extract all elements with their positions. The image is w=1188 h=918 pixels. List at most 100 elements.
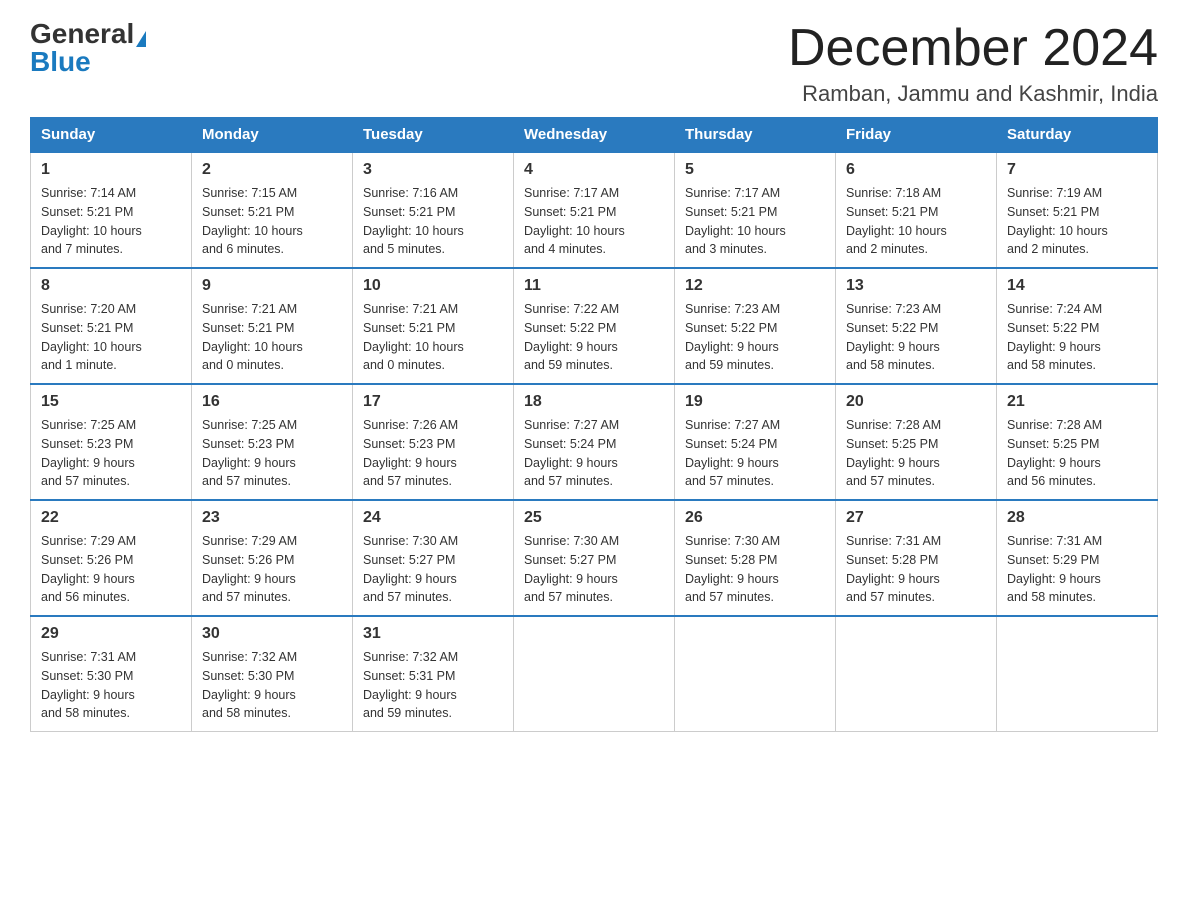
day-info: Sunrise: 7:15 AMSunset: 5:21 PMDaylight:…	[202, 184, 342, 259]
calendar-cell: 30 Sunrise: 7:32 AMSunset: 5:30 PMDayligh…	[192, 616, 353, 732]
day-info: Sunrise: 7:31 AMSunset: 5:30 PMDaylight:…	[41, 648, 181, 723]
day-info: Sunrise: 7:16 AMSunset: 5:21 PMDaylight:…	[363, 184, 503, 259]
day-number: 21	[1007, 393, 1147, 411]
day-info: Sunrise: 7:18 AMSunset: 5:21 PMDaylight:…	[846, 184, 986, 259]
calendar-cell: 17 Sunrise: 7:26 AMSunset: 5:23 PMDayligh…	[353, 384, 514, 500]
day-number: 7	[1007, 161, 1147, 179]
weekday-header-row: SundayMondayTuesdayWednesdayThursdayFrid…	[31, 118, 1158, 153]
day-number: 11	[524, 277, 664, 295]
calendar-cell: 10 Sunrise: 7:21 AMSunset: 5:21 PMDayligh…	[353, 268, 514, 384]
calendar-cell: 29 Sunrise: 7:31 AMSunset: 5:30 PMDayligh…	[31, 616, 192, 732]
day-info: Sunrise: 7:30 AMSunset: 5:28 PMDaylight:…	[685, 532, 825, 607]
calendar-cell: 1Sunrise: 7:14 AMSunset: 5:21 PMDaylight…	[31, 152, 192, 268]
logo-blue-text: Blue	[30, 46, 91, 77]
day-number: 12	[685, 277, 825, 295]
calendar-cell: 2 Sunrise: 7:15 AMSunset: 5:21 PMDaylight…	[192, 152, 353, 268]
day-info: Sunrise: 7:27 AMSunset: 5:24 PMDaylight:…	[524, 416, 664, 491]
calendar-cell: 6 Sunrise: 7:18 AMSunset: 5:21 PMDaylight…	[836, 152, 997, 268]
day-number: 22	[41, 509, 181, 527]
day-info: Sunrise: 7:32 AMSunset: 5:31 PMDaylight:…	[363, 648, 503, 723]
day-info: Sunrise: 7:17 AMSunset: 5:21 PMDaylight:…	[524, 184, 664, 259]
calendar-cell: 5Sunrise: 7:17 AMSunset: 5:21 PMDaylight…	[675, 152, 836, 268]
weekday-header-monday: Monday	[192, 118, 353, 153]
day-info: Sunrise: 7:31 AMSunset: 5:29 PMDaylight:…	[1007, 532, 1147, 607]
calendar-cell: 16Sunrise: 7:25 AMSunset: 5:23 PMDayligh…	[192, 384, 353, 500]
day-number: 15	[41, 393, 181, 411]
day-info: Sunrise: 7:28 AMSunset: 5:25 PMDaylight:…	[1007, 416, 1147, 491]
day-info: Sunrise: 7:23 AMSunset: 5:22 PMDaylight:…	[685, 300, 825, 375]
calendar-cell: 24 Sunrise: 7:30 AMSunset: 5:27 PMDayligh…	[353, 500, 514, 616]
day-info: Sunrise: 7:30 AMSunset: 5:27 PMDaylight:…	[363, 532, 503, 607]
calendar-table: SundayMondayTuesdayWednesdayThursdayFrid…	[30, 117, 1158, 732]
calendar-cell: 14Sunrise: 7:24 AMSunset: 5:22 PMDayligh…	[997, 268, 1158, 384]
month-title: December 2024	[788, 20, 1158, 77]
day-info: Sunrise: 7:26 AMSunset: 5:23 PMDaylight:…	[363, 416, 503, 491]
day-number: 20	[846, 393, 986, 411]
day-number: 10	[363, 277, 503, 295]
calendar-cell: 25 Sunrise: 7:30 AMSunset: 5:27 PMDayligh…	[514, 500, 675, 616]
day-number: 6	[846, 161, 986, 179]
calendar-cell: 7 Sunrise: 7:19 AMSunset: 5:21 PMDaylight…	[997, 152, 1158, 268]
calendar-cell	[514, 616, 675, 732]
day-number: 8	[41, 277, 181, 295]
day-number: 29	[41, 625, 181, 643]
day-number: 2	[202, 161, 342, 179]
calendar-cell: 9 Sunrise: 7:21 AMSunset: 5:21 PMDaylight…	[192, 268, 353, 384]
calendar-cell: 28 Sunrise: 7:31 AMSunset: 5:29 PMDayligh…	[997, 500, 1158, 616]
calendar-cell	[836, 616, 997, 732]
day-number: 28	[1007, 509, 1147, 527]
day-info: Sunrise: 7:19 AMSunset: 5:21 PMDaylight:…	[1007, 184, 1147, 259]
calendar-cell: 3 Sunrise: 7:16 AMSunset: 5:21 PMDaylight…	[353, 152, 514, 268]
calendar-week-row: 8Sunrise: 7:20 AMSunset: 5:21 PMDaylight…	[31, 268, 1158, 384]
day-number: 4	[524, 161, 664, 179]
day-number: 18	[524, 393, 664, 411]
day-info: Sunrise: 7:29 AMSunset: 5:26 PMDaylight:…	[41, 532, 181, 607]
day-info: Sunrise: 7:25 AMSunset: 5:23 PMDaylight:…	[41, 416, 181, 491]
day-number: 3	[363, 161, 503, 179]
day-info: Sunrise: 7:31 AMSunset: 5:28 PMDaylight:…	[846, 532, 986, 607]
day-info: Sunrise: 7:30 AMSunset: 5:27 PMDaylight:…	[524, 532, 664, 607]
weekday-header-sunday: Sunday	[31, 118, 192, 153]
day-number: 17	[363, 393, 503, 411]
calendar-cell: 20 Sunrise: 7:28 AMSunset: 5:25 PMDayligh…	[836, 384, 997, 500]
calendar-week-row: 15 Sunrise: 7:25 AMSunset: 5:23 PMDayligh…	[31, 384, 1158, 500]
weekday-header-wednesday: Wednesday	[514, 118, 675, 153]
calendar-week-row: 1Sunrise: 7:14 AMSunset: 5:21 PMDaylight…	[31, 152, 1158, 268]
day-number: 30	[202, 625, 342, 643]
page-header: General Blue December 2024 Ramban, Jammu…	[30, 20, 1158, 107]
calendar-cell: 19 Sunrise: 7:27 AMSunset: 5:24 PMDayligh…	[675, 384, 836, 500]
day-number: 23	[202, 509, 342, 527]
day-number: 19	[685, 393, 825, 411]
calendar-week-row: 29 Sunrise: 7:31 AMSunset: 5:30 PMDayligh…	[31, 616, 1158, 732]
day-number: 31	[363, 625, 503, 643]
day-info: Sunrise: 7:22 AMSunset: 5:22 PMDaylight:…	[524, 300, 664, 375]
day-info: Sunrise: 7:21 AMSunset: 5:21 PMDaylight:…	[202, 300, 342, 375]
calendar-cell: 26Sunrise: 7:30 AMSunset: 5:28 PMDayligh…	[675, 500, 836, 616]
day-number: 25	[524, 509, 664, 527]
calendar-cell: 12 Sunrise: 7:23 AMSunset: 5:22 PMDayligh…	[675, 268, 836, 384]
calendar-cell: 22 Sunrise: 7:29 AMSunset: 5:26 PMDayligh…	[31, 500, 192, 616]
day-info: Sunrise: 7:28 AMSunset: 5:25 PMDaylight:…	[846, 416, 986, 491]
day-number: 1	[41, 161, 181, 179]
day-number: 9	[202, 277, 342, 295]
day-info: Sunrise: 7:32 AMSunset: 5:30 PMDaylight:…	[202, 648, 342, 723]
weekday-header-friday: Friday	[836, 118, 997, 153]
day-number: 16	[202, 393, 342, 411]
calendar-cell: 21 Sunrise: 7:28 AMSunset: 5:25 PMDayligh…	[997, 384, 1158, 500]
day-info: Sunrise: 7:27 AMSunset: 5:24 PMDaylight:…	[685, 416, 825, 491]
day-number: 27	[846, 509, 986, 527]
calendar-cell	[997, 616, 1158, 732]
calendar-cell: 13Sunrise: 7:23 AMSunset: 5:22 PMDayligh…	[836, 268, 997, 384]
day-info: Sunrise: 7:24 AMSunset: 5:22 PMDaylight:…	[1007, 300, 1147, 375]
calendar-cell: 23Sunrise: 7:29 AMSunset: 5:26 PMDayligh…	[192, 500, 353, 616]
weekday-header-tuesday: Tuesday	[353, 118, 514, 153]
logo-general-text: General	[30, 18, 134, 49]
calendar-cell: 11 Sunrise: 7:22 AMSunset: 5:22 PMDayligh…	[514, 268, 675, 384]
logo-general-line: General	[30, 20, 146, 48]
calendar-cell: 8Sunrise: 7:20 AMSunset: 5:21 PMDaylight…	[31, 268, 192, 384]
day-info: Sunrise: 7:21 AMSunset: 5:21 PMDaylight:…	[363, 300, 503, 375]
day-number: 24	[363, 509, 503, 527]
day-number: 13	[846, 277, 986, 295]
weekday-header-thursday: Thursday	[675, 118, 836, 153]
day-info: Sunrise: 7:17 AMSunset: 5:21 PMDaylight:…	[685, 184, 825, 259]
